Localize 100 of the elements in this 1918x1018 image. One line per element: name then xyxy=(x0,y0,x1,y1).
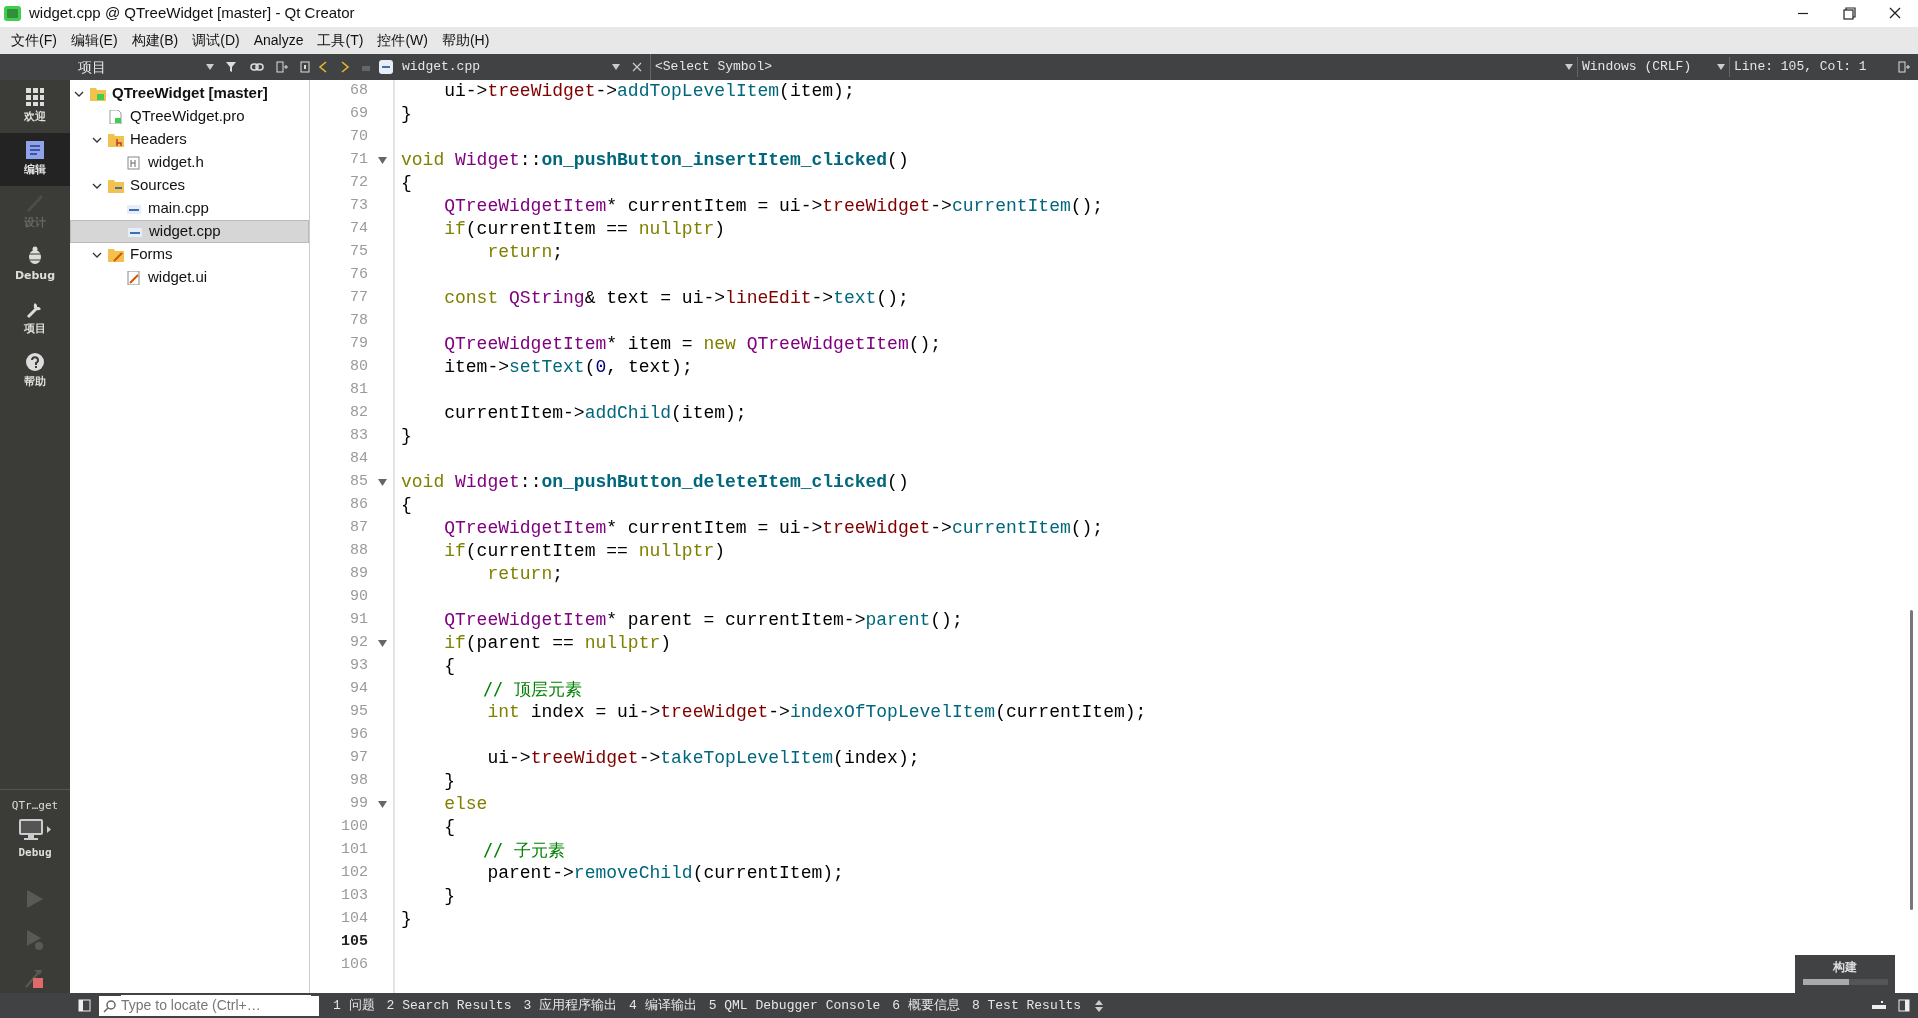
menu-item[interactable]: 帮助(H) xyxy=(434,30,497,51)
caret-icon[interactable] xyxy=(47,825,51,833)
tree-item[interactable]: widget.ui xyxy=(70,266,309,289)
line-number: 87 xyxy=(349,518,368,539)
menu-item[interactable]: 工具(T) xyxy=(310,30,371,51)
output-pane-tab[interactable]: 4 编译输出 xyxy=(623,995,703,1016)
close-icon[interactable] xyxy=(632,62,642,72)
line-number: 105 xyxy=(340,932,368,953)
line-number: 80 xyxy=(349,357,368,378)
close-sidebar-icon[interactable] xyxy=(300,61,310,73)
menu-item[interactable]: 控件(W) xyxy=(370,30,435,51)
build-hammer-icon[interactable] xyxy=(24,967,46,989)
menu-item[interactable]: Analyze xyxy=(246,30,311,51)
tree-item[interactable]: Headers xyxy=(70,128,309,151)
sidebar-toggle-icon[interactable] xyxy=(78,999,91,1012)
build-config-label[interactable]: Debug xyxy=(18,844,52,861)
code-line: parent->removeChild(currentItem); xyxy=(486,862,845,885)
dropdown-arrow-icon[interactable] xyxy=(1717,64,1725,70)
output-pane-tab[interactable]: 2 Search Results xyxy=(380,995,518,1016)
output-pane-tab[interactable]: 6 概要信息 xyxy=(886,995,966,1016)
line-number: 69 xyxy=(349,104,368,125)
code-line: ui->treeWidget->takeTopLevelItem(index); xyxy=(486,747,921,770)
code-line: ui->treeWidget->addTopLevelItem(item); xyxy=(443,80,856,103)
menu-item[interactable]: 调试(D) xyxy=(185,30,247,51)
right-sidebar-toggle-icon[interactable] xyxy=(1898,999,1910,1012)
tree-item[interactable]: widget.cpp xyxy=(70,220,309,243)
fold-arrow-icon[interactable] xyxy=(378,801,387,808)
tree-item[interactable]: QTreeWidget.pro xyxy=(70,105,309,128)
cursor-position[interactable]: Line: 105, Col: 1 xyxy=(1729,57,1869,77)
folder-icon xyxy=(108,178,124,193)
tree-item[interactable]: Sources xyxy=(70,174,309,197)
output-pane-tab[interactable]: 5 QML Debugger Console xyxy=(702,995,887,1016)
code-line: return; xyxy=(486,563,565,586)
document-icon xyxy=(25,140,45,161)
line-ending-selector[interactable]: Windows (CRLF) xyxy=(1577,57,1717,77)
mode-button[interactable]: 欢迎 xyxy=(0,80,70,133)
menu-item[interactable]: 编辑(E) xyxy=(63,30,125,51)
updown-arrows-icon[interactable] xyxy=(1095,999,1104,1012)
grid-icon xyxy=(25,87,45,108)
locate-field[interactable]: Type to locate (Ctrl+… xyxy=(99,995,319,1016)
dropdown-arrow-icon[interactable] xyxy=(1565,64,1573,70)
line-number: 81 xyxy=(349,380,368,401)
symbol-selector[interactable]: <Select Symbol> xyxy=(655,57,1565,77)
line-number: 88 xyxy=(349,541,368,562)
mode-button[interactable]: Debug xyxy=(0,239,70,292)
menu-item[interactable]: 文件(F) xyxy=(4,30,64,51)
split-icon[interactable] xyxy=(1898,61,1910,73)
code-line: QTreeWidgetItem* currentItem = ui->treeWidget->currentItem(); xyxy=(443,195,1105,218)
line-number: 100 xyxy=(340,817,368,838)
dropdown-arrow-icon[interactable] xyxy=(612,64,620,70)
output-pane-tab[interactable]: 8 Test Results xyxy=(965,995,1088,1016)
line-number: 71 xyxy=(349,150,368,171)
folder-icon xyxy=(90,86,106,101)
code-line: const QString& text = ui->lineEdit->text(); xyxy=(443,287,910,310)
output-pane-icon[interactable] xyxy=(1872,1000,1886,1011)
code-line: if(currentItem == nullptr) xyxy=(443,218,727,241)
filter-icon[interactable] xyxy=(226,61,238,73)
line-number: 102 xyxy=(340,863,368,884)
monitor-icon[interactable] xyxy=(19,818,43,841)
tree-item[interactable]: QTreeWidget [master] xyxy=(70,82,309,105)
code-line: { xyxy=(443,655,456,678)
target-project-label[interactable]: QTr…get xyxy=(11,798,59,815)
line-number: 101 xyxy=(340,840,368,861)
line-number: 82 xyxy=(349,403,368,424)
dropdown-arrow-icon[interactable] xyxy=(206,64,214,70)
line-number: 92 xyxy=(349,633,368,654)
file-selector[interactable]: widget.cpp xyxy=(402,57,612,77)
output-pane-tab[interactable]: 3 应用程序输出 xyxy=(517,995,624,1016)
mode-button[interactable]: 帮助 xyxy=(0,345,70,398)
line-number: 70 xyxy=(349,127,368,148)
link-icon[interactable] xyxy=(250,62,264,72)
split-icon[interactable] xyxy=(276,61,288,73)
tree-item[interactable]: Forms xyxy=(70,243,309,266)
code-line: QTreeWidgetItem* parent = currentItem->parent(); xyxy=(443,609,964,632)
code-line: if(currentItem == nullptr) xyxy=(443,540,727,563)
tree-item[interactable]: widget.h xyxy=(70,151,309,174)
fold-arrow-icon[interactable] xyxy=(378,157,387,164)
mode-button[interactable]: 编辑 xyxy=(0,133,70,186)
code-line: // 子元素 xyxy=(481,839,566,862)
fold-arrow-icon[interactable] xyxy=(378,640,387,647)
code-line: currentItem->addChild(item); xyxy=(443,402,748,425)
line-number: 89 xyxy=(349,564,368,585)
lock-icon xyxy=(362,63,370,71)
line-number: 86 xyxy=(349,495,368,516)
file-icon xyxy=(126,270,142,285)
output-pane-tab[interactable]: 1 问题 xyxy=(327,995,381,1016)
mode-button[interactable]: 项目 xyxy=(0,292,70,345)
code-line: { xyxy=(401,494,413,517)
line-number: 99 xyxy=(349,794,368,815)
app-logo-icon xyxy=(4,5,21,22)
code-line: QTreeWidgetItem* currentItem = ui->treeWidget->currentItem(); xyxy=(443,517,1105,540)
tree-item[interactable]: main.cpp xyxy=(70,197,309,220)
scrollbar-thumb[interactable] xyxy=(1910,610,1913,910)
fold-arrow-icon[interactable] xyxy=(378,479,387,486)
cpp-file-icon xyxy=(378,59,394,75)
line-number: 93 xyxy=(349,656,368,677)
code-line: { xyxy=(443,816,456,839)
menu-item[interactable]: 构建(B) xyxy=(124,30,186,51)
code-line: return; xyxy=(486,241,565,264)
view-selector[interactable]: 项目 xyxy=(78,56,206,78)
